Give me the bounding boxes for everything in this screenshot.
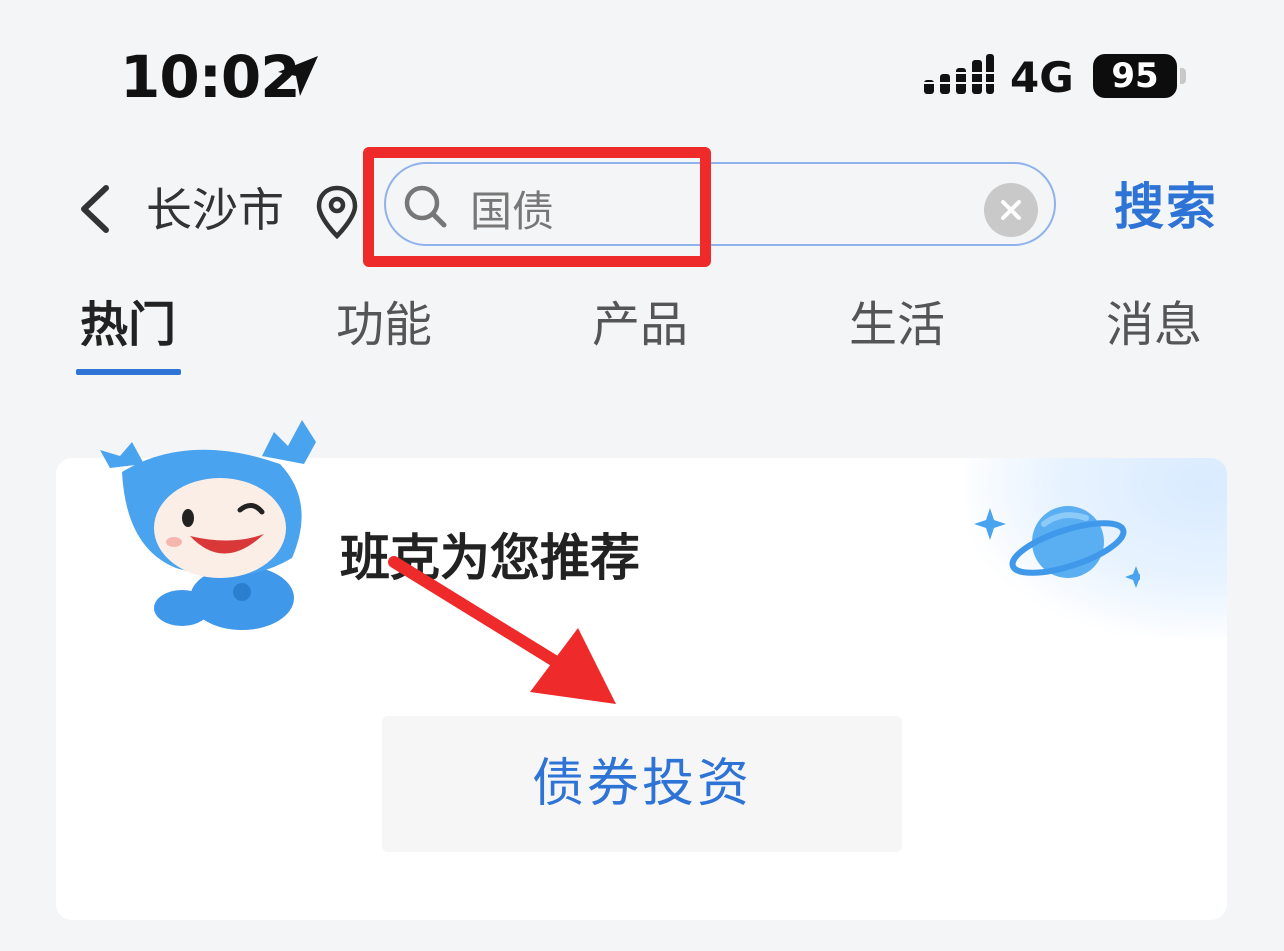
battery-indicator: 95 [1093,54,1177,98]
tab-messages[interactable]: 消息 [1106,294,1202,356]
city-label[interactable]: 长沙市 [146,180,284,240]
tab-life[interactable]: 生活 [849,294,945,356]
network-type: 4G [1010,53,1074,102]
location-pin-icon[interactable] [314,184,360,240]
search-button[interactable]: 搜索 [1114,174,1218,240]
tab-features[interactable]: 功能 [336,294,432,356]
back-chevron-icon[interactable] [74,182,118,236]
bond-investment-button[interactable]: 债券投资 [382,716,902,852]
planet-icon [974,506,1140,588]
active-tab-indicator [76,369,181,375]
battery-cap [1180,68,1186,84]
status-time: 10:02 [120,43,301,111]
tab-hot[interactable]: 热门 [80,294,176,356]
location-arrow-icon [278,56,318,96]
signal-dots-icon [922,54,994,94]
tab-products[interactable]: 产品 [592,294,688,356]
close-icon [1001,200,1021,220]
annotation-arrow-icon [388,556,616,704]
mascot-icon [100,420,316,630]
clear-search-button[interactable] [984,183,1038,237]
annotation-highlight-box [363,147,711,267]
